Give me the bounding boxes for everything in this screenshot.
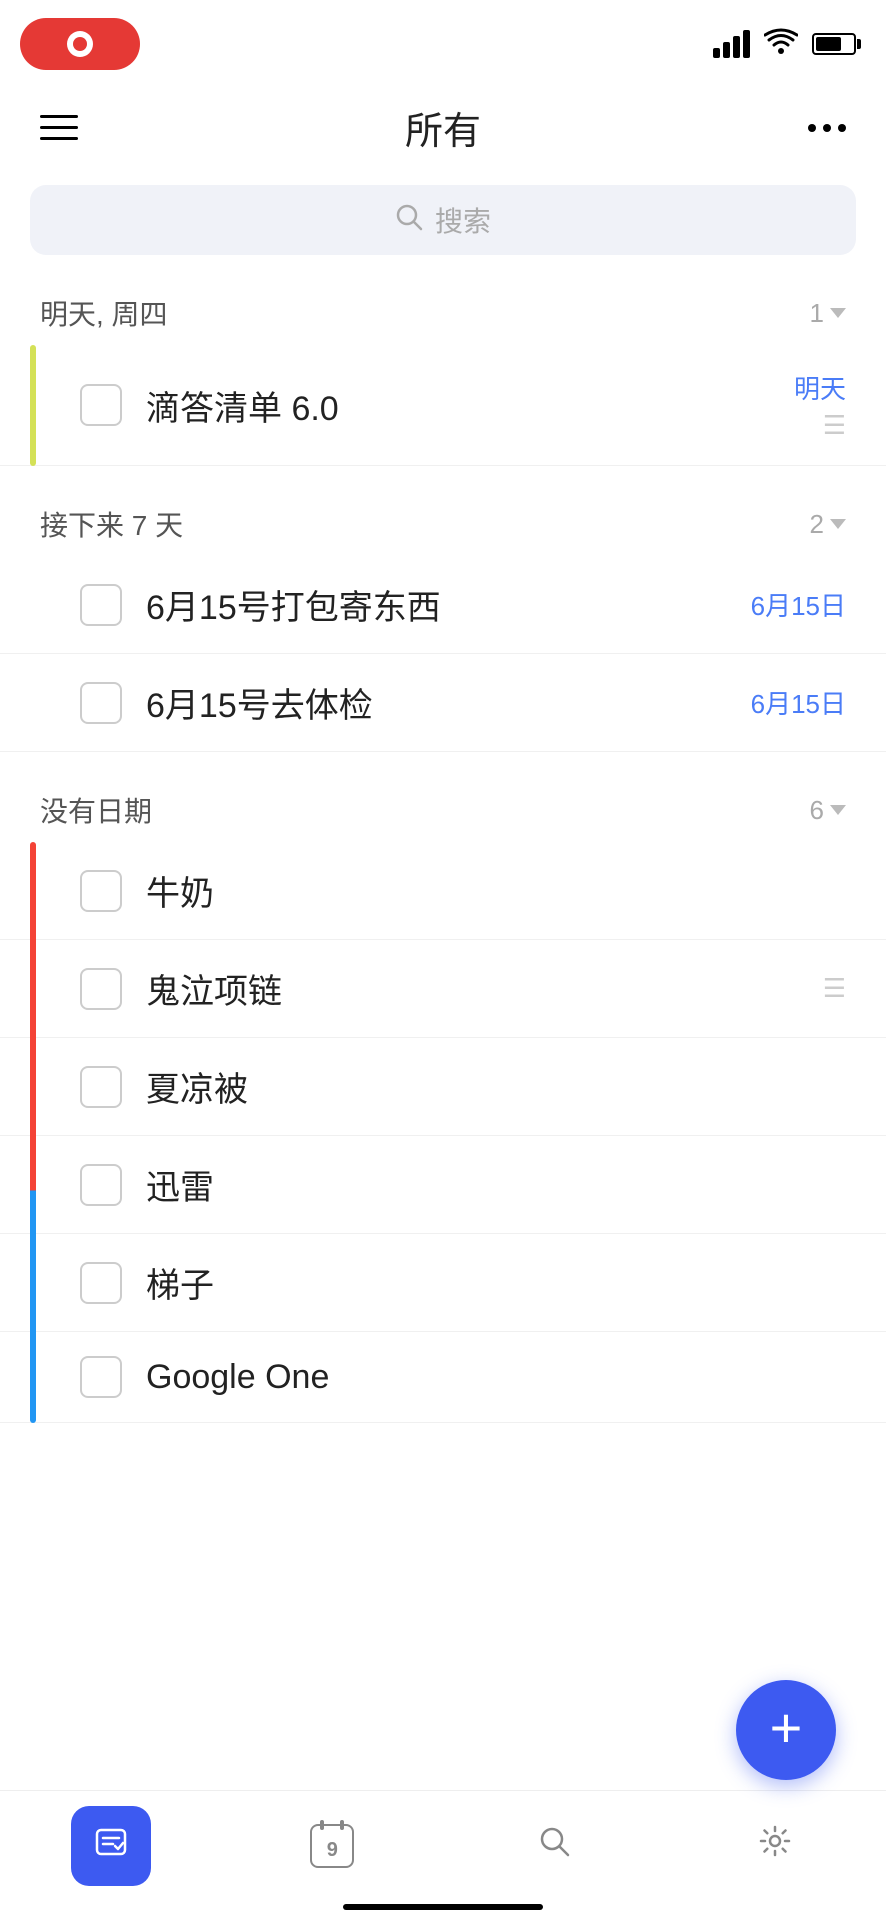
task-date: 6月15日 [751,684,846,721]
bottom-nav: 9 [0,1790,886,1920]
task-meta: 6月15日 [751,684,846,721]
nav-calendar-button[interactable]: 9 [292,1806,372,1886]
task-name: Google One [146,1358,329,1397]
task-item: 夏凉被 [0,1038,886,1136]
task-name: 牛奶 [146,866,214,915]
section-title-nodate: 没有日期 [40,790,152,830]
task-name: 迅雷 [146,1160,214,1209]
nav-search-button[interactable] [514,1806,594,1886]
section-header-next7: 接下来 7 天 2 [0,486,886,556]
section-tomorrow: 明天, 周四 1 滴答清单 6.0 明天 ☰ [0,275,886,466]
status-bar [0,0,886,80]
task-list-tomorrow: 滴答清单 6.0 明天 ☰ [0,345,886,466]
task-item: 6月15号打包寄东西 6月15日 [0,556,886,654]
task-item-left: 6月15号去体检 [80,678,751,727]
battery-icon [812,33,856,55]
battery-fill [816,37,841,51]
task-item: 鬼泣项链 ☰ [0,940,886,1038]
task-name: 6月15号去体检 [146,678,373,727]
task-checkbox[interactable] [80,584,122,626]
task-meta: 6月15日 [751,586,846,623]
task-item: 滴答清单 6.0 明天 ☰ [0,345,886,466]
calendar-date: 9 [327,1839,338,1862]
task-checkbox[interactable] [80,1262,122,1304]
section-header-nodate: 没有日期 6 [0,772,886,842]
record-dot [67,31,93,57]
nav-tasks-button[interactable] [71,1806,151,1886]
settings-icon [757,1823,793,1869]
task-name: 夏凉被 [146,1062,248,1111]
chevron-down-icon [830,805,846,815]
section-title-tomorrow: 明天, 周四 [40,293,168,333]
task-item-left: 牛奶 [80,866,846,915]
task-item-left: 6月15号打包寄东西 [80,580,751,629]
task-list-nodate: 牛奶 鬼泣项链 ☰ 夏凉被 迅雷 [0,842,886,1423]
page-title: 所有 [405,100,481,155]
section-count-nodate[interactable]: 6 [810,795,846,826]
task-item: 牛奶 [0,842,886,940]
tasks-icon [93,1824,129,1868]
task-item: 梯子 [0,1234,886,1332]
hamburger-icon[interactable] [40,115,78,140]
search-nav-icon [536,1823,572,1869]
task-item-left: 滴答清单 6.0 [80,381,794,430]
color-bar-nodate [30,842,36,1423]
plus-icon: + [770,1700,803,1756]
chevron-down-icon [830,519,846,529]
task-name: 6月15号打包寄东西 [146,580,441,629]
task-date: 明天 [794,369,846,406]
record-dot-inner [73,37,87,51]
wifi-icon [764,27,798,62]
search-icon [395,203,423,238]
search-bar[interactable]: 搜索 [30,185,856,255]
home-indicator [343,1904,543,1910]
task-name: 滴答清单 6.0 [146,381,339,430]
section-nodate: 没有日期 6 牛奶 鬼泣项链 ☰ 夏 [0,772,886,1423]
task-item: Google One [0,1332,886,1423]
task-checkbox[interactable] [80,870,122,912]
task-item: 迅雷 [0,1136,886,1234]
task-item-left: 夏凉被 [80,1062,846,1111]
task-item-left: 鬼泣项链 [80,964,823,1013]
color-bar-tomorrow [30,345,36,466]
signal-bars [713,30,750,58]
task-item-left: 迅雷 [80,1160,846,1209]
task-checkbox[interactable] [80,1164,122,1206]
task-checkbox[interactable] [80,1356,122,1398]
status-left [20,18,140,70]
search-placeholder: 搜索 [435,200,491,240]
task-name: 鬼泣项链 [146,964,282,1013]
calendar-icon: 9 [310,1824,354,1868]
task-meta: 明天 ☰ [794,369,846,441]
task-item: 6月15号去体检 6月15日 [0,654,886,752]
task-item-left: 梯子 [80,1258,846,1307]
section-title-next7: 接下来 7 天 [40,504,183,544]
task-list-next7: 6月15号打包寄东西 6月15日 6月15号去体检 6月15日 [0,556,886,752]
task-checkbox[interactable] [80,968,122,1010]
task-checkbox[interactable] [80,384,122,426]
add-task-button[interactable]: + [736,1680,836,1780]
nav-header: 所有 [0,80,886,175]
task-checkbox[interactable] [80,1066,122,1108]
note-icon: ☰ [823,410,846,441]
nav-settings-button[interactable] [735,1806,815,1886]
status-right [713,27,856,62]
note-icon: ☰ [823,973,846,1004]
record-button[interactable] [20,18,140,70]
task-name: 梯子 [146,1258,214,1307]
section-header-tomorrow: 明天, 周四 1 [0,275,886,345]
task-meta: ☰ [823,973,846,1004]
task-date: 6月15日 [751,586,846,623]
chevron-down-icon [830,308,846,318]
section-count-next7[interactable]: 2 [810,509,846,540]
task-item-left: Google One [80,1356,846,1398]
section-next7: 接下来 7 天 2 6月15号打包寄东西 6月15日 6月15号去体检 6月15… [0,486,886,752]
section-count-tomorrow[interactable]: 1 [810,298,846,329]
more-icon[interactable] [808,124,846,132]
task-checkbox[interactable] [80,682,122,724]
